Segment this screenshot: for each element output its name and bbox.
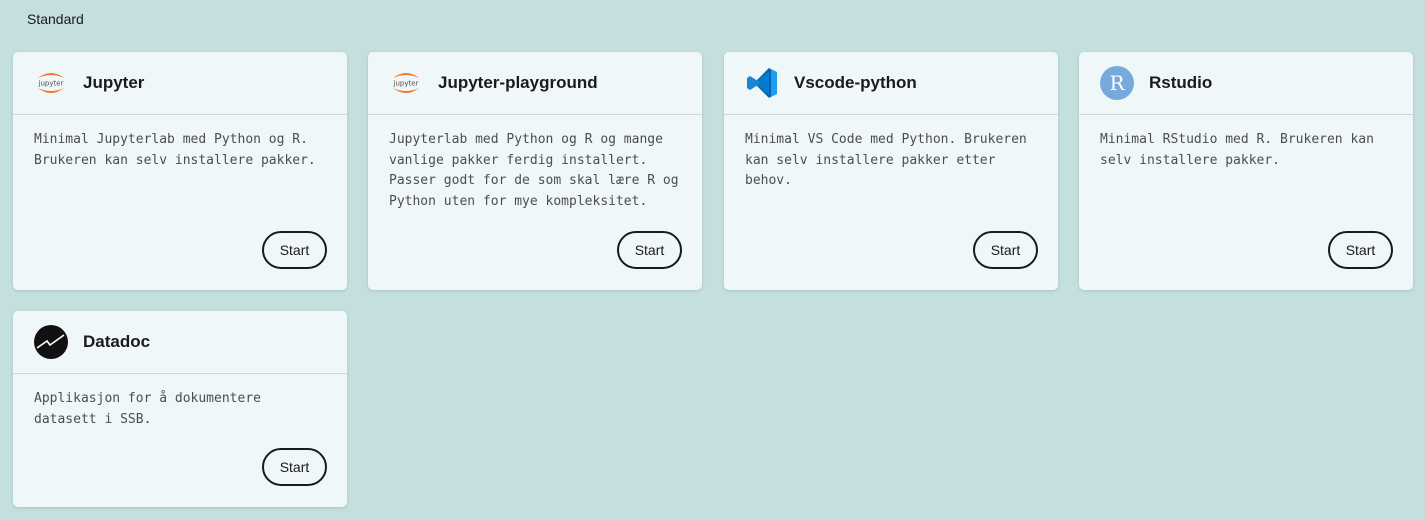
svg-text:jupyter: jupyter bbox=[38, 80, 64, 88]
start-button[interactable]: Start bbox=[617, 231, 682, 269]
card-description: Minimal VS Code med Python. Brukeren kan… bbox=[745, 132, 1027, 188]
rstudio-icon: R bbox=[1099, 65, 1135, 101]
card-title: Jupyter-playground bbox=[438, 73, 598, 92]
svg-text:jupyter: jupyter bbox=[393, 80, 419, 88]
card-header: Vscode-python bbox=[724, 52, 1058, 115]
section-label: Standard bbox=[27, 11, 84, 27]
service-card-datadoc: Datadoc Applikasjon for å dokumentere da… bbox=[13, 311, 347, 507]
card-header: R Rstudio bbox=[1079, 52, 1413, 115]
card-description: Minimal RStudio med R. Brukeren kan selv… bbox=[1100, 132, 1374, 168]
card-header: jupyter Jupyter bbox=[13, 52, 347, 115]
jupyter-icon: jupyter bbox=[33, 65, 69, 101]
start-button[interactable]: Start bbox=[1328, 231, 1393, 269]
card-title: Jupyter bbox=[83, 73, 145, 92]
service-card-vscode-python: Vscode-python Minimal VS Code med Python… bbox=[724, 52, 1058, 290]
service-card-jupyter: jupyter Jupyter Minimal Jupyterlab med P… bbox=[13, 52, 347, 290]
datadoc-icon bbox=[33, 324, 69, 360]
card-description: Minimal Jupyterlab med Python og R. Bruk… bbox=[34, 132, 316, 168]
start-button[interactable]: Start bbox=[262, 231, 327, 269]
service-card-rstudio: R Rstudio Minimal RStudio med R. Brukere… bbox=[1079, 52, 1413, 290]
service-card-jupyter-playground: jupyter Jupyter-playground Jupyterlab me… bbox=[368, 52, 702, 290]
svg-text:R: R bbox=[1109, 71, 1125, 95]
card-title: Datadoc bbox=[83, 332, 151, 351]
card-header: Datadoc bbox=[13, 311, 347, 374]
card-title: Rstudio bbox=[1149, 73, 1213, 92]
card-description: Applikasjon for å dokumentere datasett i… bbox=[34, 391, 261, 427]
start-button[interactable]: Start bbox=[973, 231, 1038, 269]
card-title: Vscode-python bbox=[794, 73, 917, 92]
card-header: jupyter Jupyter-playground bbox=[368, 52, 702, 115]
jupyter-icon: jupyter bbox=[388, 65, 424, 101]
start-button[interactable]: Start bbox=[262, 448, 327, 486]
card-description: Jupyterlab med Python og R og mange vanl… bbox=[389, 132, 679, 209]
vscode-icon bbox=[744, 65, 780, 101]
